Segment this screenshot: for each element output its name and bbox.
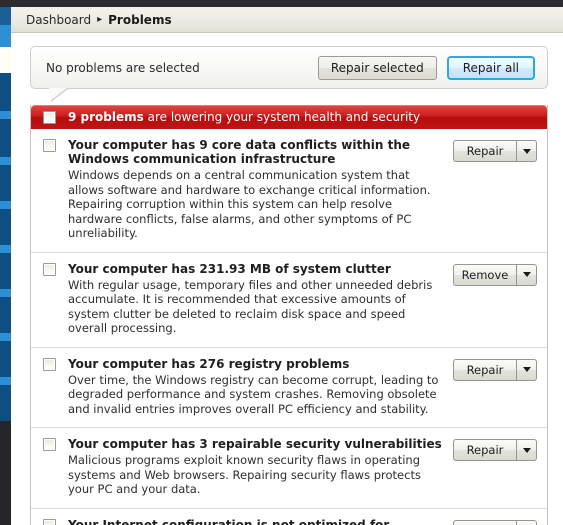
chevron-down-icon[interactable]	[516, 263, 537, 286]
sidebar-strip-segment	[0, 25, 11, 47]
sidebar-strip-segment	[0, 157, 11, 165]
problem-action-button[interactable]: Repair	[453, 140, 516, 162]
sidebar-strip-segment	[0, 297, 11, 333]
problem-description: With regular usage, temporary files and …	[68, 277, 433, 336]
chevron-down-icon[interactable]	[516, 439, 537, 461]
action-bar: No problems are selected Repair selected…	[30, 46, 548, 89]
select-all-checkbox[interactable]	[43, 110, 56, 124]
sidebar-strip-segment	[0, 47, 11, 73]
chevron-down-icon[interactable]	[516, 358, 537, 381]
problem-action-button[interactable]: Repair	[453, 439, 516, 461]
problem-body: Your computer has 9 core data conflicts …	[68, 138, 453, 241]
breadcrumb-item-problems: Problems	[108, 12, 172, 27]
problem-body: Your computer has 231.93 MB of system cl…	[68, 262, 453, 336]
problem-title: Your computer has 9 core data conflicts …	[68, 138, 411, 166]
main-content: No problems are selected Repair selected…	[11, 33, 563, 525]
problem-action-split-button[interactable]: Repair	[453, 140, 537, 162]
sidebar-strip-segment	[0, 7, 11, 25]
sidebar-strip-segment	[0, 385, 11, 421]
sidebar-strip-segment	[0, 73, 11, 111]
sidebar-strip-segment	[0, 201, 11, 209]
problems-header-text: 9 problems are lowering your system heal…	[68, 110, 420, 124]
chevron-down-icon[interactable]	[516, 140, 537, 162]
sidebar-strip-segment	[0, 245, 11, 253]
sidebar-strip-segment	[0, 119, 11, 157]
problems-header-rest: are lowering your system health and secu…	[143, 110, 421, 124]
sidebar-strip-segment	[0, 165, 11, 201]
problem-checkbox[interactable]	[43, 518, 56, 525]
problems-count: 9 problems	[68, 110, 144, 124]
sidebar-strip-segment	[0, 377, 11, 385]
problem-checkbox[interactable]	[43, 357, 56, 371]
problem-title: Your computer has 3 repairable security …	[68, 437, 442, 451]
problem-action-button[interactable]: Repair	[453, 358, 516, 381]
chevron-down-glyph	[522, 148, 531, 154]
sidebar-strip-bottom	[0, 467, 11, 525]
problem-description: Windows depends on a central communicati…	[68, 168, 431, 240]
problem-description: Over time, the Windows registry can beco…	[68, 372, 439, 416]
problem-row[interactable]: Your computer has 9 core data conflicts …	[31, 129, 547, 252]
problem-body: Your computer has 276 registry problems O…	[68, 357, 453, 417]
problem-row[interactable]: Your computer has 276 registry problems O…	[31, 346, 547, 427]
sidebar-strip	[0, 7, 11, 467]
problem-checkbox[interactable]	[43, 438, 56, 451]
problem-body: Your Internet configuration is not optim…	[68, 518, 453, 525]
chevron-down-glyph	[522, 367, 531, 372]
problems-list: Your computer has 9 core data conflicts …	[31, 129, 547, 525]
sidebar-strip-segment	[0, 421, 11, 467]
problems-panel: 9 problems are lowering your system heal…	[30, 105, 548, 525]
chevron-down-glyph	[522, 272, 531, 277]
problem-checkbox[interactable]	[43, 262, 56, 276]
problem-action-split-button[interactable]: Repair	[453, 358, 537, 381]
sidebar-strip-segment	[0, 333, 11, 341]
breadcrumb-separator-icon: ▸	[97, 13, 103, 25]
selection-status-text: No problems are selected	[46, 60, 200, 75]
repair-selected-button[interactable]: Repair selected	[317, 55, 437, 80]
problem-action-split-button[interactable]: Repair	[453, 439, 537, 461]
problem-title: Your Internet configuration is not optim…	[68, 517, 390, 525]
chevron-down-glyph	[522, 447, 531, 453]
sidebar-strip-segment	[0, 253, 11, 289]
sidebar-strip-segment	[0, 111, 11, 119]
sidebar-strip-segment	[0, 289, 11, 297]
callout-tail-icon	[49, 88, 67, 101]
problem-action-button[interactable]: Optimize	[453, 519, 516, 525]
sidebar-strip-segment	[0, 209, 11, 245]
problem-title: Your computer has 276 registry problems	[68, 356, 350, 371]
problem-action-split-button[interactable]: Remove	[453, 263, 537, 286]
problem-row[interactable]: Your computer has 231.93 MB of system cl…	[31, 251, 547, 347]
problem-body: Your computer has 3 repairable security …	[68, 437, 453, 497]
breadcrumb-item-dashboard[interactable]: Dashboard	[26, 13, 91, 27]
chevron-down-icon[interactable]	[516, 519, 537, 525]
problem-description: Malicious programs exploit known securit…	[68, 453, 421, 496]
problem-title: Your computer has 231.93 MB of system cl…	[68, 261, 391, 276]
sidebar-strip-segment	[0, 341, 11, 377]
repair-all-button[interactable]: Repair all	[446, 55, 535, 80]
problem-checkbox[interactable]	[43, 139, 56, 152]
problems-header: 9 problems are lowering your system heal…	[31, 105, 547, 129]
problem-action-split-button[interactable]: Optimize	[453, 519, 537, 525]
problem-row[interactable]: Your computer has 3 repairable security …	[31, 427, 547, 508]
breadcrumb: Dashboard ▸ Problems	[11, 7, 563, 33]
os-top-bar	[0, 0, 563, 7]
problem-row[interactable]: Your Internet configuration is not optim…	[31, 507, 547, 525]
problem-action-button[interactable]: Remove	[453, 263, 516, 286]
